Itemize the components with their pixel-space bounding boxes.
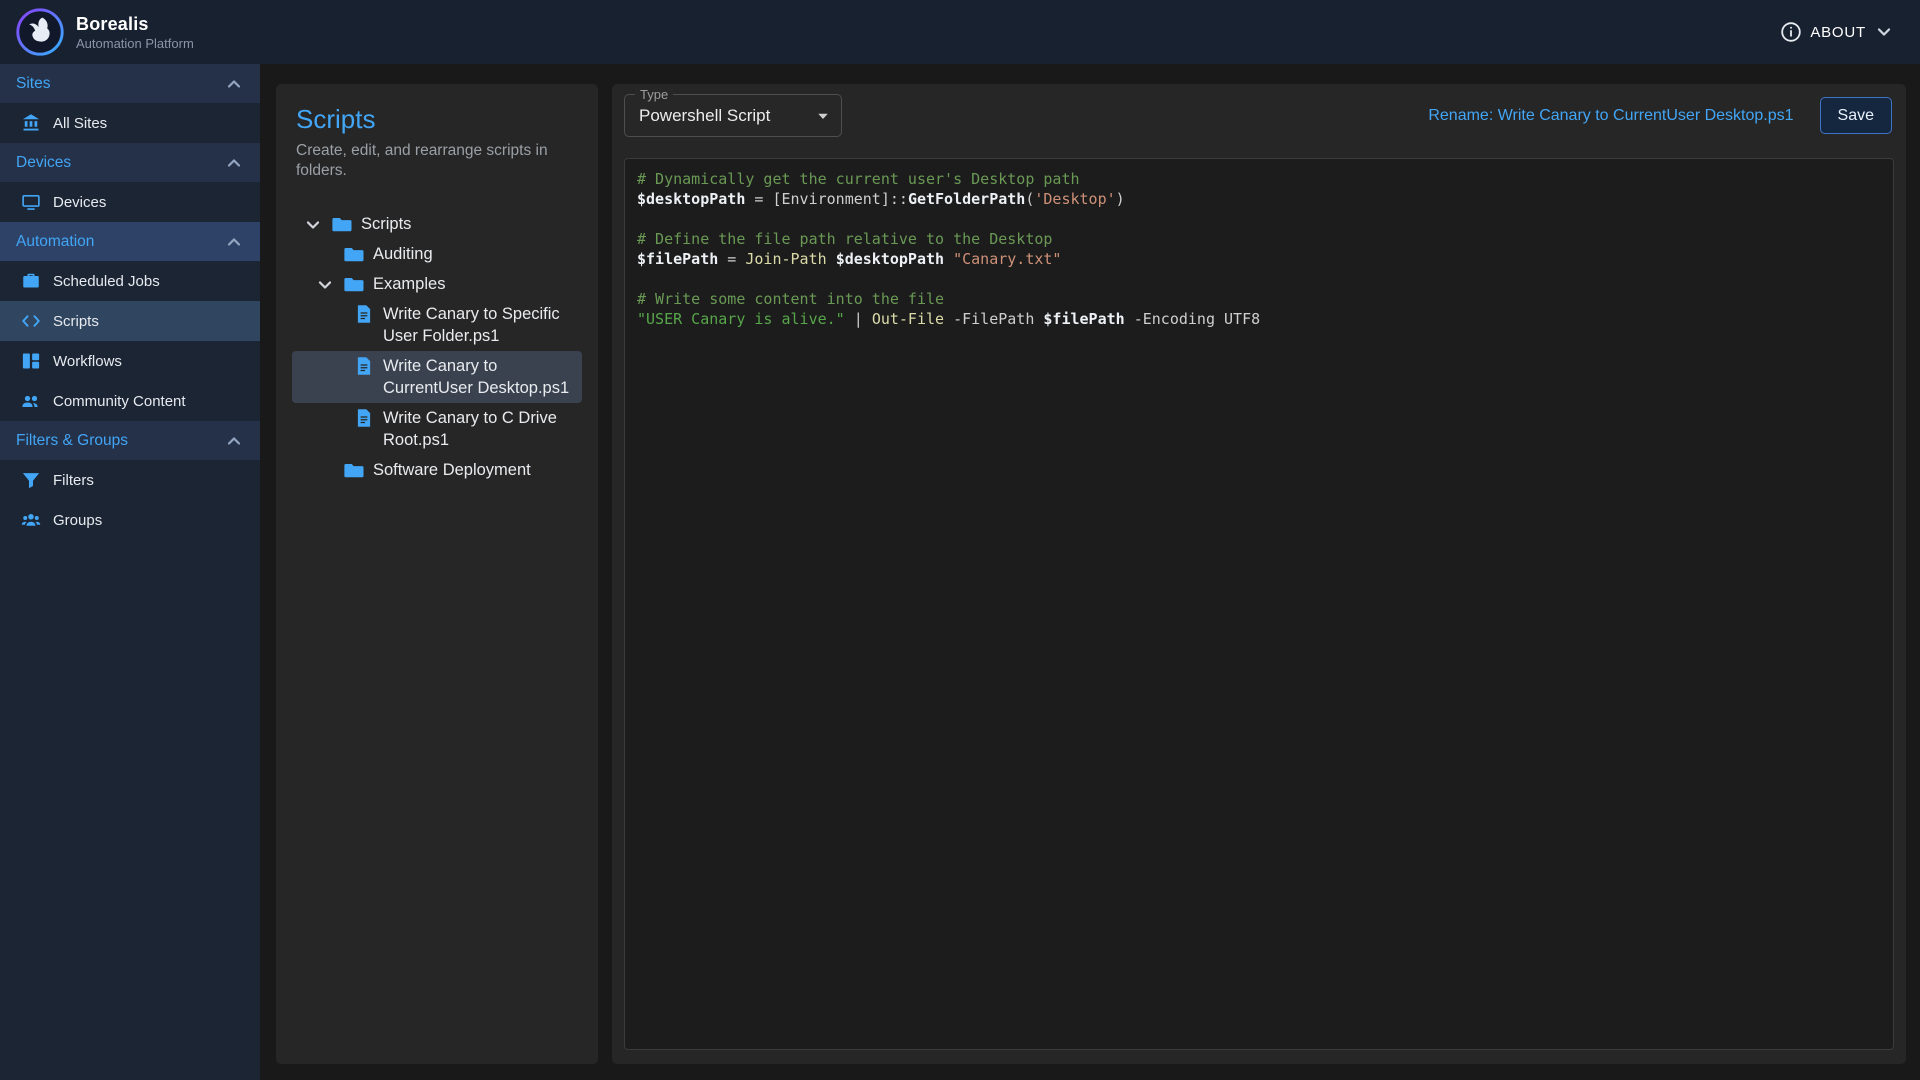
tree-item-label: Write Canary to CurrentUser Desktop.ps1 <box>383 355 573 399</box>
tree-item-label: Scripts <box>361 213 411 235</box>
tree-item-label: Write Canary to Specific User Folder.ps1 <box>383 303 573 347</box>
tree-folder-scripts[interactable]: Scripts <box>292 209 582 239</box>
code-line: "USER Canary is alive." | Out-File -File… <box>637 309 1881 329</box>
chevron-down-icon <box>1874 22 1894 42</box>
tree-folder-auditing[interactable]: Auditing <box>292 239 582 269</box>
code-line <box>637 209 1881 229</box>
tree-item-label: Software Deployment <box>373 459 531 481</box>
sidebar-item-community-content[interactable]: Community Content <box>0 381 260 421</box>
sidebar-item-filters[interactable]: Filters <box>0 460 260 500</box>
sidebar-item-scheduled-jobs[interactable]: Scheduled Jobs <box>0 261 260 301</box>
sidebar-item-groups[interactable]: Groups <box>0 500 260 540</box>
sidebar-item-label: Community Content <box>53 393 186 410</box>
tree-file-write-canary-to-c-drive-root-ps1[interactable]: Write Canary to C Drive Root.ps1 <box>292 403 582 455</box>
tree-file-write-canary-to-specific-user-folder-ps1[interactable]: Write Canary to Specific User Folder.ps1 <box>292 299 582 351</box>
dropdown-arrow-icon <box>813 106 833 126</box>
sidebar-item-label: Groups <box>53 512 102 529</box>
about-menu[interactable]: ABOUT <box>1780 21 1894 43</box>
scripts-icon <box>21 311 41 331</box>
tree-item-label: Auditing <box>373 243 433 265</box>
sidebar-item-label: Workflows <box>53 353 122 370</box>
editor-header-actions: Rename: Write Canary to CurrentUser Desk… <box>1428 97 1892 134</box>
folder-icon <box>332 214 352 234</box>
sidebar: Sites All Sites Devices Devices Automation Sc… <box>0 64 260 1080</box>
about-label: ABOUT <box>1810 24 1866 41</box>
scripts-panel-title: Scripts <box>296 104 578 135</box>
folder-icon <box>344 244 364 264</box>
save-button[interactable]: Save <box>1820 97 1892 134</box>
top-bar: Borealis Automation Platform ABOUT <box>0 0 1920 64</box>
file-icon <box>354 356 374 376</box>
chevron-up-icon <box>224 153 244 173</box>
filters-icon <box>21 470 41 490</box>
type-select-value: Powershell Script <box>639 95 770 136</box>
section-label: Automation <box>16 233 94 251</box>
devices-icon <box>21 192 41 212</box>
sidebar-item-scripts[interactable]: Scripts <box>0 301 260 341</box>
chevron-up-icon <box>224 431 244 451</box>
sidebar-section-sites[interactable]: Sites <box>0 64 260 103</box>
sidebar-section-filters-groups[interactable]: Filters & Groups <box>0 421 260 460</box>
chevron-up-icon <box>224 74 244 94</box>
app-title: Borealis <box>76 14 194 35</box>
chevron-up-icon <box>224 232 244 252</box>
sidebar-item-devices[interactable]: Devices <box>0 182 260 222</box>
sidebar-item-label: All Sites <box>53 115 107 132</box>
section-label: Filters & Groups <box>16 432 128 450</box>
sidebar-item-label: Scheduled Jobs <box>53 273 160 290</box>
code-line: $filePath = Join-Path $desktopPath "Cana… <box>637 249 1881 269</box>
sidebar-item-label: Filters <box>53 472 94 489</box>
code-line <box>637 269 1881 289</box>
code-editor[interactable]: # Dynamically get the current user's Des… <box>624 158 1894 1050</box>
borealis-logo-icon <box>16 8 64 56</box>
tree-folder-examples[interactable]: Examples <box>292 269 582 299</box>
code-line: # Write some content into the file <box>637 289 1881 309</box>
all-sites-icon <box>21 113 41 133</box>
editor-panel: Type Powershell Script Rename: Write Can… <box>612 84 1906 1064</box>
code-line: # Define the file path relative to the D… <box>637 229 1881 249</box>
chevron-down-icon <box>303 215 323 235</box>
sidebar-item-label: Devices <box>53 194 106 211</box>
app-titles: Borealis Automation Platform <box>76 14 194 51</box>
folder-icon <box>344 460 364 480</box>
scheduled-jobs-icon <box>21 271 41 291</box>
folder-icon <box>344 274 364 294</box>
sidebar-item-all-sites[interactable]: All Sites <box>0 103 260 143</box>
file-icon <box>354 408 374 428</box>
info-icon <box>1780 21 1802 43</box>
sidebar-item-workflows[interactable]: Workflows <box>0 341 260 381</box>
script-type-select[interactable]: Type Powershell Script <box>624 94 842 137</box>
chevron-down-icon <box>315 275 335 295</box>
code-line: # Dynamically get the current user's Des… <box>637 169 1881 189</box>
workflows-icon <box>21 351 41 371</box>
sidebar-item-label: Scripts <box>53 313 99 330</box>
tree-item-label: Write Canary to C Drive Root.ps1 <box>383 407 573 451</box>
rename-link[interactable]: Rename: Write Canary to CurrentUser Desk… <box>1428 107 1793 125</box>
groups-icon <box>21 510 41 530</box>
tree-folder-software-deployment[interactable]: Software Deployment <box>292 455 582 485</box>
main-content: Scripts Create, edit, and rearrange scri… <box>260 64 1920 1080</box>
section-label: Sites <box>16 75 50 93</box>
sidebar-section-automation[interactable]: Automation <box>0 222 260 261</box>
scripts-panel: Scripts Create, edit, and rearrange scri… <box>276 84 598 1064</box>
file-icon <box>354 304 374 324</box>
script-tree: Scripts Auditing Examples Write Canary to S… <box>276 209 598 485</box>
community-content-icon <box>21 391 41 411</box>
scripts-panel-subtitle: Create, edit, and rearrange scripts in f… <box>296 141 578 181</box>
section-label: Devices <box>16 154 71 172</box>
sidebar-section-devices[interactable]: Devices <box>0 143 260 182</box>
app-subtitle: Automation Platform <box>76 36 194 51</box>
code-line: $desktopPath = [Environment]::GetFolderP… <box>637 189 1881 209</box>
tree-file-write-canary-to-currentuser-desktop-ps1[interactable]: Write Canary to CurrentUser Desktop.ps1 <box>292 351 582 403</box>
tree-item-label: Examples <box>373 273 445 295</box>
